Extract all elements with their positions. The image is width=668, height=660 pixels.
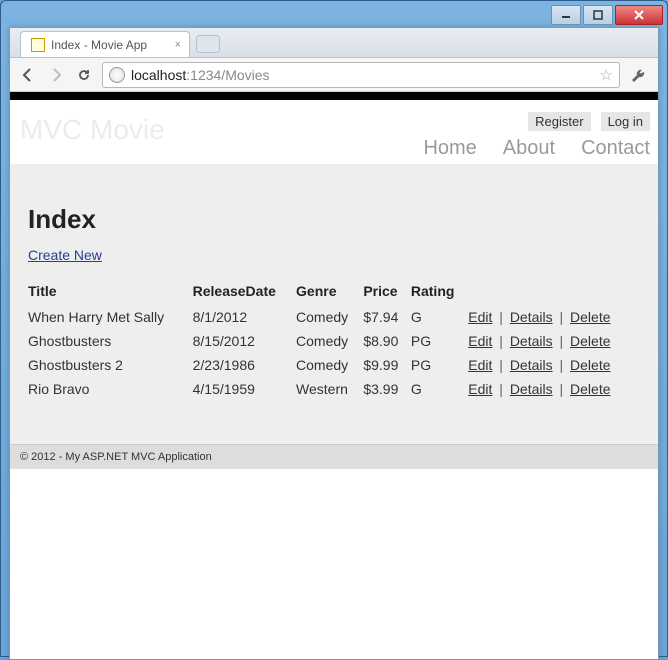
col-release: ReleaseDate [193, 279, 296, 305]
delete-link[interactable]: Delete [570, 333, 610, 349]
cell-title: Ghostbusters 2 [28, 353, 193, 377]
site-header: MVC Movie Register Log in Home About Con… [10, 100, 658, 164]
cell-actions: Edit | Details | Delete [468, 377, 640, 401]
url-path: :1234/Movies [186, 67, 269, 83]
table-row: Ghostbusters8/15/2012Comedy$8.90PGEdit |… [28, 329, 640, 353]
cell-price: $7.94 [363, 305, 411, 329]
details-link[interactable]: Details [510, 309, 553, 325]
col-title: Title [28, 279, 193, 305]
col-genre: Genre [296, 279, 363, 305]
cell-title: When Harry Met Sally [28, 305, 193, 329]
nav-about[interactable]: About [503, 137, 555, 160]
forward-button[interactable] [46, 65, 66, 85]
page-footer: © 2012 - My ASP.NET MVC Application [10, 444, 658, 469]
cell-release: 8/15/2012 [193, 329, 296, 353]
globe-icon [109, 67, 125, 83]
page-title: Index [28, 204, 640, 235]
cell-genre: Western [296, 377, 363, 401]
tab-title: Index - Movie App [51, 38, 147, 52]
delete-link[interactable]: Delete [570, 357, 610, 373]
nav-contact[interactable]: Contact [581, 137, 650, 160]
page-body: Index Create New Title ReleaseDate Genre… [10, 164, 658, 444]
nav-home[interactable]: Home [423, 137, 476, 160]
cell-actions: Edit | Details | Delete [468, 305, 640, 329]
edit-link[interactable]: Edit [468, 357, 492, 373]
table-row: When Harry Met Sally8/1/2012Comedy$7.94G… [28, 305, 640, 329]
login-link[interactable]: Log in [601, 112, 650, 131]
cell-genre: Comedy [296, 305, 363, 329]
cell-price: $3.99 [363, 377, 411, 401]
cell-actions: Edit | Details | Delete [468, 329, 640, 353]
url-host: localhost [131, 67, 186, 83]
cell-actions: Edit | Details | Delete [468, 353, 640, 377]
main-nav: Home About Contact [423, 137, 650, 164]
cell-price: $9.99 [363, 353, 411, 377]
browser-toolbar: localhost:1234/Movies ☆ [10, 58, 658, 92]
window-frame: Index - Movie App × localhost:1234/Movie… [0, 0, 668, 657]
table-header-row: Title ReleaseDate Genre Price Rating [28, 279, 640, 305]
reload-button[interactable] [74, 65, 94, 85]
window-titlebar [9, 5, 663, 27]
cell-rating: PG [411, 329, 468, 353]
details-link[interactable]: Details [510, 357, 553, 373]
cell-release: 8/1/2012 [193, 305, 296, 329]
back-button[interactable] [18, 65, 38, 85]
edit-link[interactable]: Edit [468, 381, 492, 397]
window-maximize-button[interactable] [583, 5, 613, 25]
window-close-button[interactable] [615, 5, 663, 25]
tab-favicon-icon [31, 38, 45, 52]
browser-tabstrip: Index - Movie App × [10, 28, 658, 58]
col-price: Price [363, 279, 411, 305]
register-link[interactable]: Register [528, 112, 590, 131]
edit-link[interactable]: Edit [468, 333, 492, 349]
delete-link[interactable]: Delete [570, 381, 610, 397]
address-bar[interactable]: localhost:1234/Movies ☆ [102, 62, 620, 88]
col-rating: Rating [411, 279, 468, 305]
cell-rating: PG [411, 353, 468, 377]
cell-rating: G [411, 305, 468, 329]
top-black-bar [10, 92, 658, 100]
table-row: Ghostbusters 22/23/1986Comedy$9.99PGEdit… [28, 353, 640, 377]
cell-release: 2/23/1986 [193, 353, 296, 377]
cell-genre: Comedy [296, 329, 363, 353]
page-viewport[interactable]: MVC Movie Register Log in Home About Con… [10, 92, 658, 659]
account-links: Register Log in [528, 112, 650, 131]
brand-title: MVC Movie [10, 100, 175, 164]
delete-link[interactable]: Delete [570, 309, 610, 325]
cell-release: 4/15/1959 [193, 377, 296, 401]
settings-wrench-icon[interactable] [628, 64, 650, 86]
browser-window: Index - Movie App × localhost:1234/Movie… [9, 27, 659, 660]
cell-title: Ghostbusters [28, 329, 193, 353]
details-link[interactable]: Details [510, 333, 553, 349]
cell-price: $8.90 [363, 329, 411, 353]
cell-title: Rio Bravo [28, 377, 193, 401]
cell-genre: Comedy [296, 353, 363, 377]
details-link[interactable]: Details [510, 381, 553, 397]
tab-close-icon[interactable]: × [175, 39, 181, 51]
create-new-link[interactable]: Create New [28, 247, 102, 263]
col-actions [468, 279, 640, 305]
new-tab-button[interactable] [196, 35, 220, 53]
movies-table: Title ReleaseDate Genre Price Rating Whe… [28, 279, 640, 401]
cell-rating: G [411, 377, 468, 401]
window-minimize-button[interactable] [551, 5, 581, 25]
browser-tab[interactable]: Index - Movie App × [20, 31, 190, 57]
bookmark-star-icon[interactable]: ☆ [600, 66, 613, 84]
table-row: Rio Bravo4/15/1959Western$3.99GEdit | De… [28, 377, 640, 401]
edit-link[interactable]: Edit [468, 309, 492, 325]
